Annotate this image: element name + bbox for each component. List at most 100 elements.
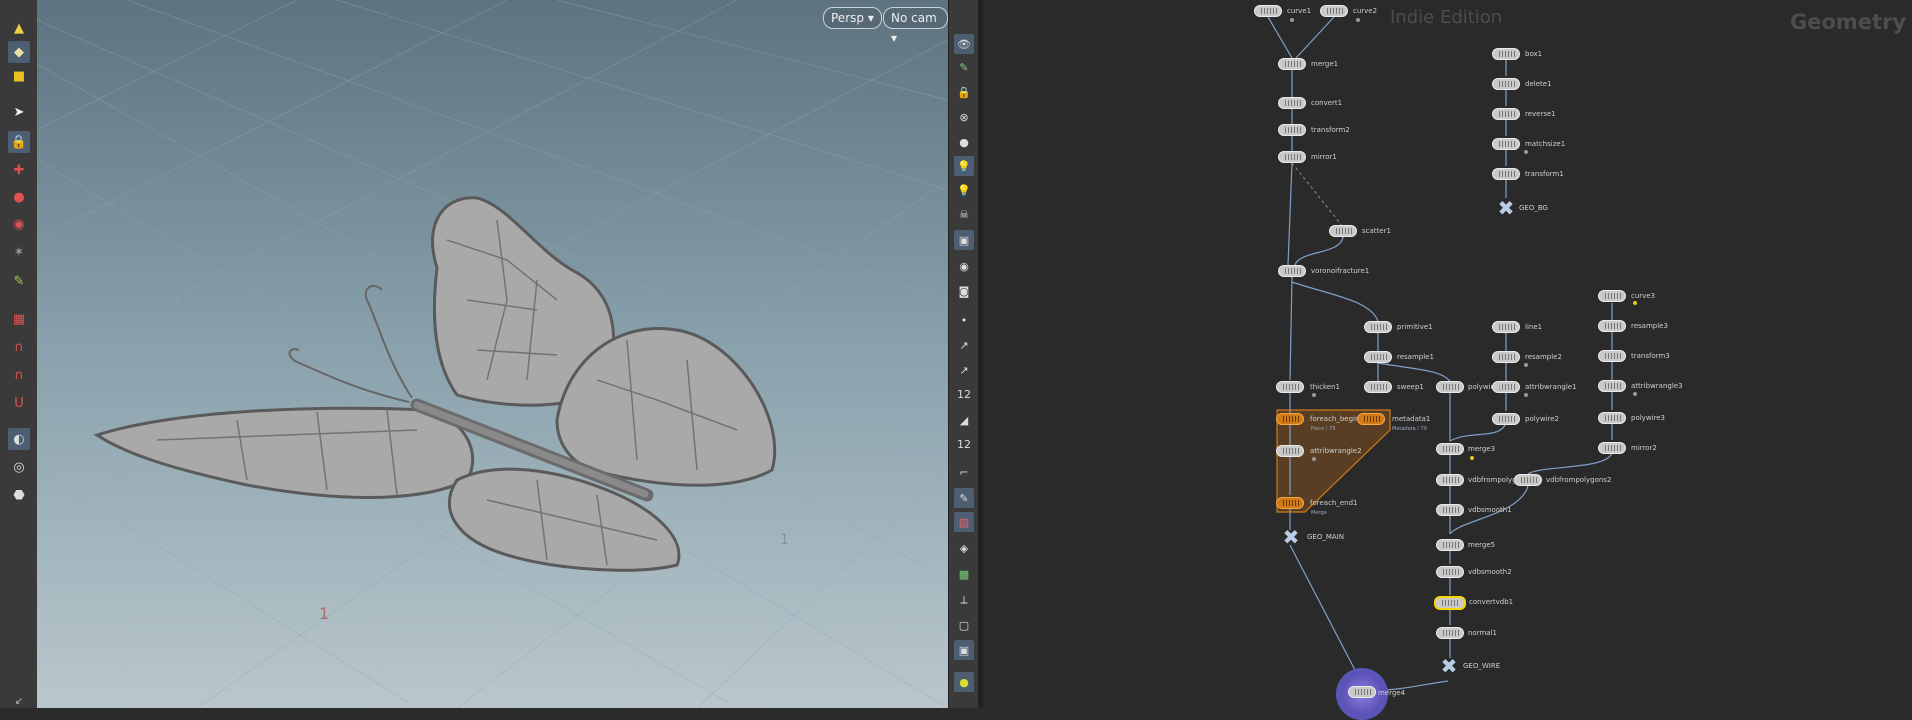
node-polywire2[interactable] (1492, 413, 1520, 425)
node-label: metadata1 (1392, 415, 1431, 423)
node-convertvdb1[interactable] (1434, 596, 1466, 610)
node-mirror1[interactable] (1278, 151, 1306, 163)
edge-icon[interactable]: ⌐ (954, 462, 974, 482)
node-label: transform1 (1525, 170, 1564, 178)
skull-icon[interactable]: ☠ (954, 204, 974, 224)
node-vdbfrompolygons2[interactable] (1514, 474, 1542, 486)
sphere-icon[interactable]: ● (954, 132, 974, 152)
camera-link-icon[interactable]: ◐ (8, 428, 30, 450)
node-flag (1312, 457, 1316, 461)
display-options-icon[interactable]: 👁 (954, 34, 974, 54)
transform-red-icon[interactable]: ✚ (8, 159, 30, 181)
null-node-geo-wire[interactable]: ✖ (1438, 654, 1460, 678)
node-vdbsmooth1[interactable] (1436, 504, 1464, 516)
node-resample1[interactable] (1364, 351, 1392, 363)
node-primitive1[interactable] (1364, 321, 1392, 333)
null-node-geo-main[interactable]: ✖ (1280, 525, 1302, 549)
viewport-grid (37, 0, 948, 708)
node-merge5[interactable] (1436, 539, 1464, 551)
lock-camera-icon[interactable]: 🔒 (954, 82, 974, 102)
light-icon[interactable]: 💡 (954, 156, 974, 176)
layers-icon[interactable]: ◈ (954, 538, 974, 558)
node-mirror2[interactable] (1598, 442, 1626, 454)
brush-tool-icon[interactable]: ✎ (8, 270, 30, 292)
camera-icon[interactable]: ▣ (954, 230, 974, 250)
node-label: merge3 (1468, 445, 1496, 453)
prim-number-icon[interactable]: 12 (954, 434, 974, 454)
image-icon[interactable]: ▩ (954, 564, 974, 584)
pen-icon[interactable]: ✎ (954, 488, 974, 508)
node-delete1[interactable] (1492, 78, 1520, 90)
pose-icon[interactable]: ✶ (8, 241, 30, 263)
node-polywire3[interactable] (1598, 412, 1626, 424)
node-vdbsmooth2[interactable] (1436, 566, 1464, 578)
node-transform2[interactable] (1278, 124, 1306, 136)
node-sweep1[interactable] (1364, 381, 1392, 393)
node-vdbfrompolygons1[interactable] (1436, 474, 1464, 486)
collapse-arrow-icon[interactable]: ↙ (8, 690, 30, 712)
view-eye-icon[interactable]: ◉ (954, 256, 974, 276)
node-attribwrangle3[interactable] (1598, 380, 1626, 392)
node-sublabel: Piece / 79 (1311, 426, 1336, 432)
node-metadata1[interactable] (1357, 413, 1385, 425)
view-tool-icon[interactable]: ◆ (8, 41, 30, 63)
handle-tool-icon[interactable]: ▲ (8, 17, 30, 39)
snap-grid-icon[interactable]: ▦ (8, 308, 30, 330)
rotate-red-icon[interactable]: ● (8, 186, 30, 208)
node-transform3[interactable] (1598, 350, 1626, 362)
normals-icon[interactable]: ↗ (954, 335, 974, 355)
bulb-icon[interactable]: 💡 (954, 180, 974, 200)
paint-tool-icon[interactable]: ■ (8, 65, 30, 87)
node-line1[interactable] (1492, 321, 1520, 333)
scene-viewport[interactable]: 2 1 1 Persp ▾ No cam ▾ (37, 0, 948, 708)
node-merge4[interactable] (1348, 686, 1376, 698)
node-merge1[interactable] (1278, 58, 1306, 70)
magnet-icon[interactable]: U (8, 392, 30, 414)
select-arrow-icon[interactable]: ➤ (8, 101, 30, 123)
lock-select-icon[interactable]: 🔒 (8, 131, 30, 153)
node-convert1[interactable] (1278, 97, 1306, 109)
scale-red-icon[interactable]: ◉ (8, 213, 30, 235)
node-reverse1[interactable] (1492, 108, 1520, 120)
vertex-normal-icon[interactable]: ↗ (954, 360, 974, 380)
node-box1[interactable] (1492, 48, 1520, 60)
camera-select-dropdown[interactable]: No cam ▾ (883, 7, 948, 45)
node-resample3[interactable] (1598, 320, 1626, 332)
node-voronoifracture1[interactable] (1278, 265, 1306, 277)
node-thicken1[interactable] (1276, 381, 1304, 393)
ghost-icon[interactable]: ✎ (954, 57, 974, 77)
axis-icon[interactable]: ⟂ (954, 590, 974, 610)
node-matchsize1[interactable] (1492, 138, 1520, 150)
node-curve2[interactable] (1320, 5, 1348, 17)
node-label: convert1 (1311, 99, 1343, 107)
node-curve3[interactable] (1598, 290, 1626, 302)
node-foreach-end1[interactable] (1276, 497, 1304, 509)
node-label: attribwrangle3 (1631, 382, 1683, 390)
node-foreach-begin1[interactable] (1276, 413, 1304, 425)
node-merge3[interactable] (1436, 443, 1464, 455)
render-region-icon[interactable]: ⬣ (8, 484, 30, 506)
node-transform1[interactable] (1492, 168, 1520, 180)
node-label: foreach_end1 (1310, 499, 1358, 507)
target-icon[interactable]: ◎ (8, 456, 30, 478)
prim-normal-icon[interactable]: ◢ (954, 410, 974, 430)
snap-curve-icon[interactable]: ∩ (8, 336, 30, 358)
lightbulb-icon[interactable]: ● (954, 672, 974, 692)
node-polywire1[interactable] (1436, 381, 1464, 393)
snap-point-icon[interactable]: ∩ (8, 364, 30, 386)
node-label: resample1 (1397, 353, 1434, 361)
node-resample2[interactable] (1492, 351, 1520, 363)
frame-icon[interactable]: ▢ (954, 615, 974, 635)
node-normal1[interactable] (1436, 627, 1464, 639)
snapshot-icon[interactable]: ▣ (954, 640, 974, 660)
point-icon[interactable]: • (954, 310, 974, 330)
null-node-geo-bg[interactable]: ✖ (1495, 196, 1517, 220)
texture-icon[interactable]: ▧ (954, 512, 974, 532)
node-scatter1[interactable] (1329, 225, 1357, 237)
shading-icon[interactable]: ⊗ (954, 107, 974, 127)
node-attribwrangle2[interactable] (1276, 445, 1304, 457)
camera-capture-icon[interactable]: ◙ (954, 281, 974, 301)
camera-menu-button[interactable]: Persp ▾ (823, 7, 882, 29)
node-curve1[interactable] (1254, 5, 1282, 17)
point-number-icon[interactable]: 12 (954, 384, 974, 404)
